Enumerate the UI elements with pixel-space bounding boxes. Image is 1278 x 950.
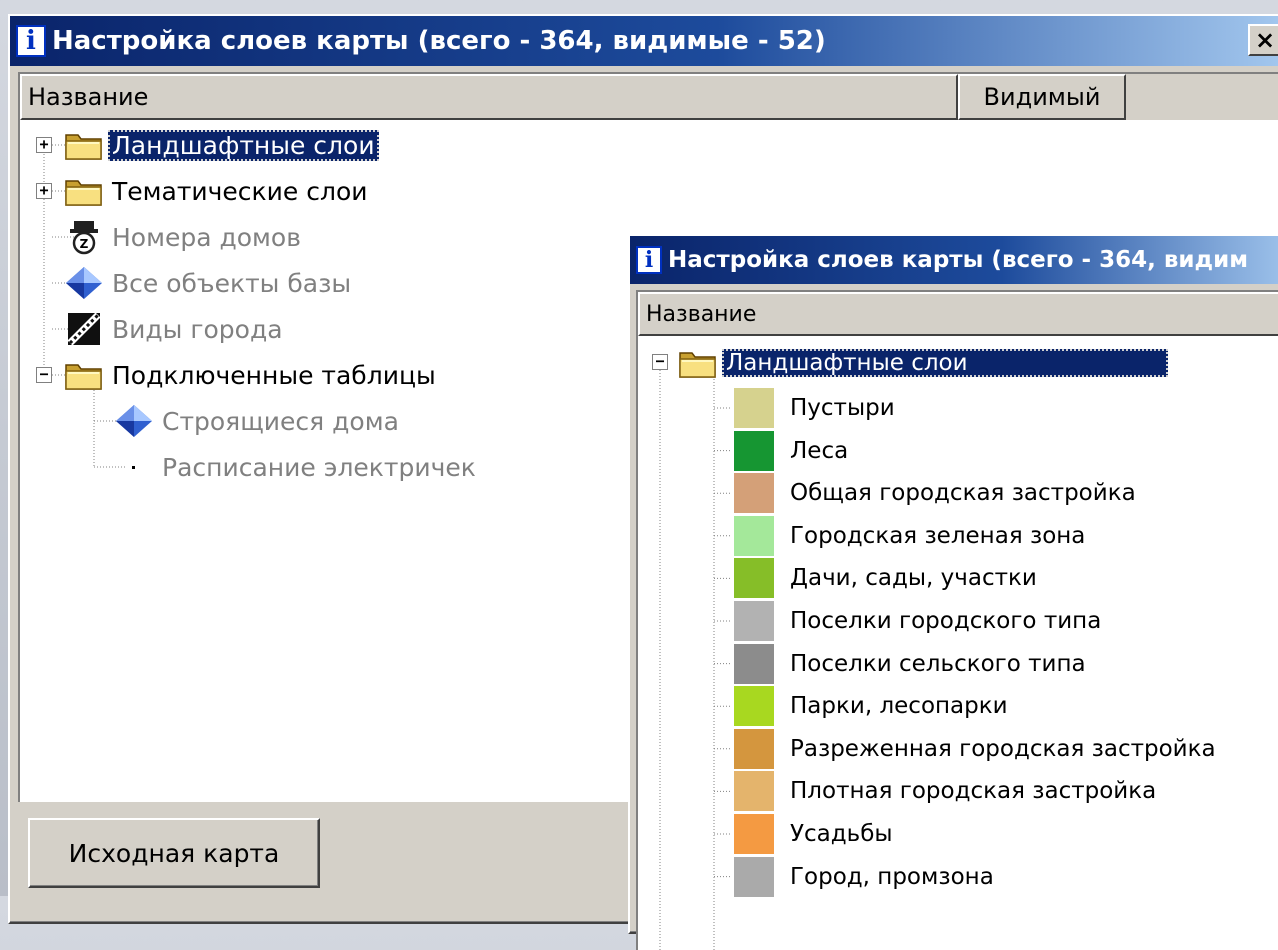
tree-node-label: Расписание электричек <box>162 452 476 482</box>
layer-label: Леса <box>790 437 849 464</box>
layer-label: Пустыри <box>790 395 895 421</box>
folder-icon <box>64 127 104 163</box>
expand-icon[interactable]: + <box>36 137 52 153</box>
diamond-icon <box>114 403 154 439</box>
layer-label: Поселки городского типа <box>790 608 1102 634</box>
folder-icon <box>64 357 104 393</box>
layer-color-swatch <box>734 643 774 684</box>
layer-color-swatch <box>734 814 774 854</box>
layer-item[interactable]: Плотная городская застройка <box>734 771 1160 812</box>
layer-label: Плотная городская застройка <box>790 778 1157 805</box>
svg-text:Z: Z <box>80 237 89 251</box>
window-title: Настройка слоев карты (всего - 364, види… <box>52 26 826 56</box>
tree-node[interactable]: Строящиеся дома <box>114 402 403 440</box>
layer-item[interactable]: Усадьбы <box>734 814 897 854</box>
layer-color-swatch <box>734 430 774 471</box>
layer-item[interactable]: Парки, лесопарки <box>734 686 1012 727</box>
layer-item[interactable]: Городская зеленая зона <box>734 515 1089 556</box>
dot-icon <box>114 449 154 485</box>
info-icon: i <box>16 25 46 57</box>
layer-item[interactable]: Поселки сельского типа <box>734 643 1090 684</box>
title-bar[interactable]: i Настройка слоев карты (всего - 364, ви… <box>10 16 1278 66</box>
expand-icon[interactable]: + <box>36 183 52 199</box>
tree-node-label: Тематические слои <box>112 176 368 206</box>
tree-node-label: Номера домов <box>112 222 301 252</box>
tree-node-label: Виды города <box>112 314 283 344</box>
window-title-expanded: Настройка слоев карты (всего - 364, види… <box>668 247 1249 273</box>
tree-node-label: Строящиеся дома <box>162 406 399 436</box>
layer-label: Парки, лесопарки <box>790 693 1008 720</box>
folder-icon <box>64 173 104 209</box>
layer-color-swatch <box>734 856 774 897</box>
layer-item[interactable]: Пустыри <box>734 388 899 428</box>
close-button[interactable]: × <box>1248 24 1278 56</box>
collapse-icon[interactable]: − <box>652 354 668 370</box>
tree-node-label: Подключенные таблицы <box>112 360 436 390</box>
tree-node-landscape-layers[interactable]: Ландшафтные слои <box>678 344 1168 382</box>
layer-item[interactable]: Дачи, сады, участки <box>734 558 1041 599</box>
layer-color-swatch <box>734 686 774 727</box>
layer-item[interactable]: Общая городская застройка <box>734 473 1140 514</box>
layer-item[interactable]: Разреженная городская застройка <box>734 728 1220 769</box>
title-bar-expanded[interactable]: i Настройка слоев карты (всего - 364, ви… <box>630 236 1278 284</box>
tree-node[interactable]: Ландшафтные слои <box>64 126 379 164</box>
layer-label: Разреженная городская застройка <box>790 735 1216 762</box>
layer-label: Городская зеленая зона <box>790 522 1086 549</box>
tree-node-label: Ландшафтные слои <box>722 349 1168 377</box>
layer-color-swatch <box>734 388 774 428</box>
layer-settings-window-expanded: i Настройка слоев карты (всего - 364, ви… <box>628 234 1278 950</box>
layer-item[interactable]: Город, промзона <box>734 856 998 897</box>
layer-color-swatch <box>734 515 774 556</box>
tree-node[interactable]: Z Номера домов <box>64 218 305 256</box>
layer-label: Город, промзона <box>790 863 994 890</box>
folder-icon <box>678 345 718 381</box>
tree-node[interactable]: Расписание электричек <box>114 448 480 486</box>
layer-item[interactable]: Поселки городского типа <box>734 601 1105 641</box>
original-map-button[interactable]: Исходная карта <box>28 818 320 888</box>
layer-color-swatch <box>734 771 774 812</box>
layer-item[interactable]: Леса <box>734 430 852 471</box>
layer-label: Усадьбы <box>790 821 893 847</box>
layers-list-view-expanded[interactable]: Название − Ландшафтные слои Пустыри Леса Общ… <box>636 290 1278 950</box>
house-numbers-icon: Z <box>64 219 104 255</box>
tree-node[interactable]: Тематические слои <box>64 172 371 210</box>
tree-node[interactable]: Подключенные таблицы <box>64 356 440 394</box>
layer-label: Дачи, сады, участки <box>790 565 1037 592</box>
layer-color-swatch <box>734 601 774 641</box>
layer-color-swatch <box>734 728 774 769</box>
layer-color-swatch <box>734 473 774 514</box>
tree-node[interactable]: Виды города <box>64 310 287 348</box>
landscape-layers-tree: − Ландшафтные слои Пустыри Леса Общая городс… <box>638 292 1278 950</box>
tree-node[interactable]: Все объекты базы <box>64 264 355 302</box>
tree-node-label: Все объекты базы <box>112 268 352 298</box>
info-icon: i <box>636 246 662 274</box>
layer-label: Общая городская застройка <box>790 480 1136 507</box>
diamond-icon <box>64 265 104 301</box>
collapse-icon[interactable]: − <box>36 367 52 383</box>
layer-color-swatch <box>734 558 774 599</box>
film-strip-icon <box>64 311 104 347</box>
layer-label: Поселки сельского типа <box>790 650 1086 677</box>
tree-node-label: Ландшафтные слои <box>108 129 379 161</box>
